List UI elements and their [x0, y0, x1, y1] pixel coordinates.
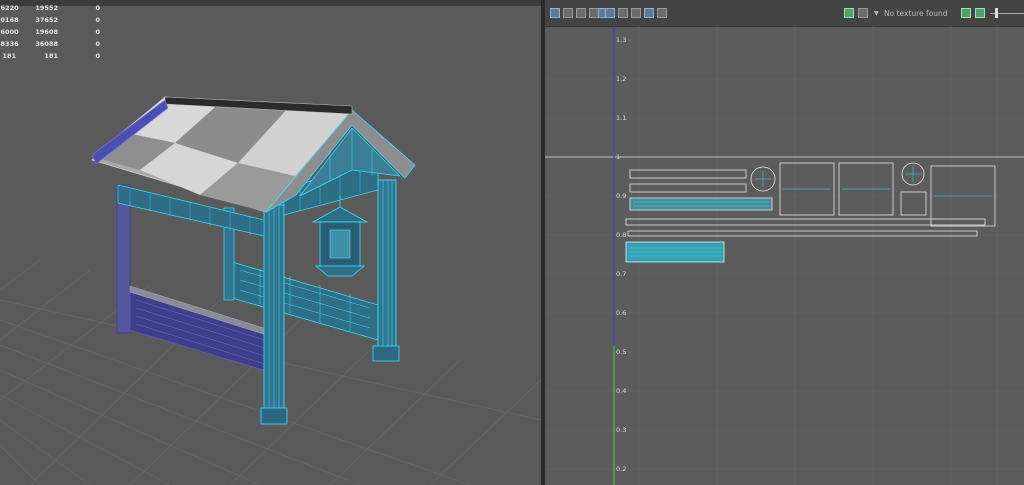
v-axis-tick: 0.6 — [616, 309, 627, 317]
rear-pillar — [116, 184, 131, 334]
v-axis-tick: 0.3 — [616, 426, 627, 434]
stat-value: 26000 — [0, 28, 19, 36]
stat-value: 181 — [44, 52, 58, 60]
front-pillar-right — [377, 179, 397, 357]
rear-fence — [129, 291, 271, 373]
v-axis-tick: 1.3 — [616, 36, 627, 44]
uv-image-icon[interactable] — [657, 8, 667, 18]
v-axis-tick: 0.9 — [616, 192, 627, 200]
v-axis-tick: 1 — [616, 153, 621, 161]
uv-distortion-icon[interactable] — [576, 8, 586, 18]
uv-dim-image-icon[interactable] — [605, 8, 615, 18]
v-axis-tick: 1.1 — [616, 114, 627, 122]
stat-value: 19608 — [35, 28, 58, 36]
v-axis-tick: 0.2 — [616, 465, 627, 473]
stat-value: 181 — [2, 52, 16, 60]
uv-editor[interactable]: ▼ No texture found 1.3 1.2 1.1 1 0.9 0.8… — [545, 0, 1024, 485]
v-axis-tick: 0.4 — [616, 387, 627, 395]
chevron-down-icon[interactable]: ▼ — [874, 10, 879, 17]
uv-stats-icon[interactable] — [563, 8, 573, 18]
uv-shaded-icon[interactable] — [618, 8, 628, 18]
v-axis-tick: 0.8 — [616, 231, 627, 239]
slider-handle[interactable] — [995, 8, 998, 18]
v-axis-tick: 0.5 — [616, 348, 627, 356]
stat-value: 50168 — [0, 16, 19, 24]
hanging-lantern — [311, 195, 369, 277]
stat-value: 0 — [95, 40, 100, 48]
v-axis-tick: 0.7 — [616, 270, 627, 278]
stat-value: 36088 — [35, 40, 58, 48]
uv-border-icon[interactable] — [644, 8, 654, 18]
exposure-icon[interactable] — [975, 8, 985, 18]
stat-value: 0 — [95, 16, 100, 24]
stat-value: 0 — [95, 4, 100, 12]
perspective-viewport[interactable]: 26220 19552 0 50168 37652 0 26000 19608 0 4833… — [0, 0, 541, 485]
refresh-texture-icon[interactable] — [961, 8, 971, 18]
uv-grid-toggle-icon[interactable] — [550, 8, 560, 18]
stat-value: 0 — [95, 28, 100, 36]
uv-toolbar: ▼ No texture found — [545, 0, 1024, 27]
uv-grid — [545, 26, 1024, 485]
stat-value: 26220 — [0, 4, 19, 12]
texture-display-icon[interactable] — [844, 8, 854, 18]
checker-map-icon[interactable] — [858, 8, 868, 18]
v-axis-tick: 1.2 — [616, 75, 627, 83]
uv-checker-icon[interactable] — [631, 8, 641, 18]
stat-value: 37652 — [35, 16, 58, 24]
uv-canvas[interactable]: 1.3 1.2 1.1 1 0.9 0.8 0.7 0.6 0.5 0.4 0.… — [545, 26, 1024, 485]
stat-value: 19552 — [35, 4, 58, 12]
texture-status: No texture found — [884, 9, 948, 18]
viewport-scene — [0, 96, 541, 485]
uv-shells — [625, 162, 996, 263]
stat-value: 0 — [95, 52, 100, 60]
stat-value: 48336 — [0, 40, 19, 48]
